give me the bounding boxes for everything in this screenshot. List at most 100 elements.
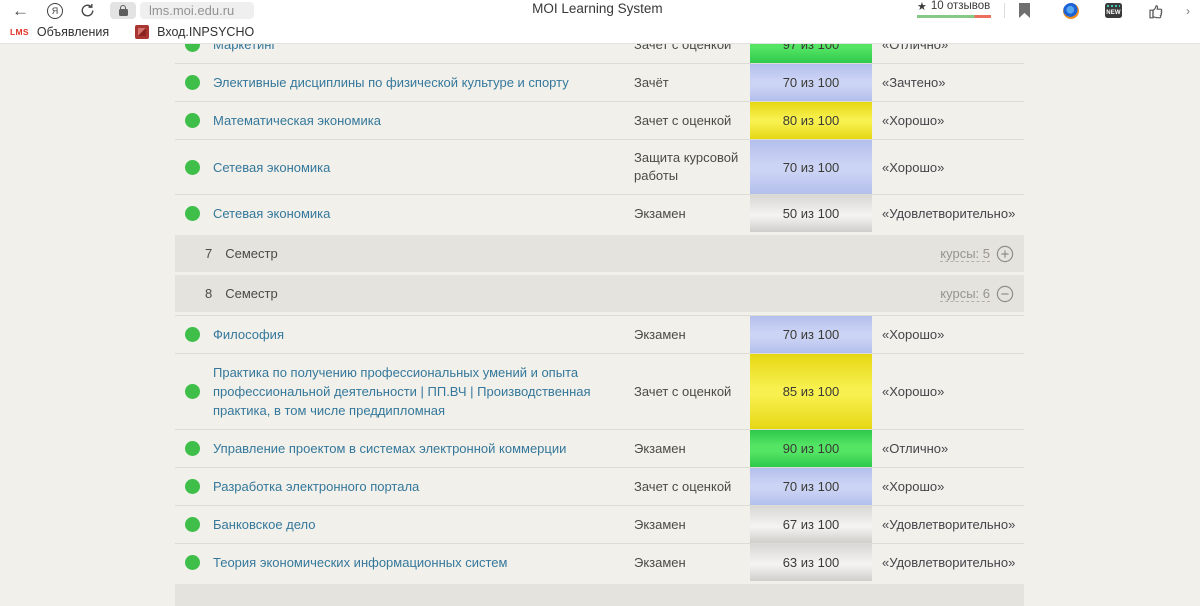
semester-label: Семестр — [225, 286, 277, 301]
course-link[interactable]: Сетевая экономика — [213, 195, 634, 232]
grades-table: МаркетингЗачет с оценкой97 из 100«Отличн… — [175, 26, 1024, 606]
score-cell: 70 из 100 — [750, 316, 872, 353]
score-cell: 63 из 100 — [750, 544, 872, 581]
status-dot-icon — [185, 441, 200, 456]
semester-courses-link[interactable]: курсы: 6 — [940, 286, 990, 302]
address-bar[interactable]: lms.moi.edu.ru — [140, 2, 254, 19]
table-row: Практика по получению профессиональных у… — [175, 353, 1024, 429]
score-cell: 80 из 100 — [750, 102, 872, 139]
exam-type-label: Экзамен — [634, 545, 750, 581]
bookmark-label: Объявления — [37, 25, 109, 39]
course-link[interactable]: Сетевая экономика — [213, 149, 634, 186]
exam-type-label: Экзамен — [634, 507, 750, 543]
exam-type-label: Экзамен — [634, 431, 750, 467]
status-dot-cell — [175, 468, 213, 505]
course-link[interactable]: Практика по получению профессиональных у… — [213, 354, 634, 429]
table-row: Элективные дисциплины по физической куль… — [175, 63, 1024, 101]
score-cell: 50 из 100 — [750, 195, 872, 232]
bookmarks-bar: LMS Объявления Вход.INPSYCHO — [0, 21, 1200, 43]
back-icon[interactable] — [12, 2, 34, 20]
grade-label: «Хорошо» — [872, 160, 1024, 175]
toggle-plus-icon[interactable] — [996, 245, 1014, 263]
exam-type-label: Экзамен — [634, 317, 750, 353]
bookmark-label: Вход.INPSYCHO — [157, 25, 254, 39]
grade-label: «Зачтено» — [872, 75, 1024, 90]
status-dot-icon — [185, 160, 200, 175]
browser-toolbar: lms.moi.edu.ru MOI Learning System 10 от… — [0, 0, 1200, 21]
course-link[interactable]: Философия — [213, 316, 634, 353]
extension-icon[interactable] — [1063, 3, 1079, 19]
table-row: ФилософияЭкзамен70 из 100«Хорошо» — [175, 315, 1024, 353]
grade-label: «Хорошо» — [872, 113, 1024, 128]
lms-favicon: LMS — [10, 27, 29, 37]
browser-chrome: lms.moi.edu.ru MOI Learning System 10 от… — [0, 0, 1200, 44]
grade-label: «Отлично» — [872, 441, 1024, 456]
page-title: MOI Learning System — [532, 1, 663, 16]
bookmark-item-inpsycho[interactable]: Вход.INPSYCHO — [135, 25, 254, 39]
semester-number: 8 — [205, 286, 212, 301]
table-row: Управление проектом в системах электронн… — [175, 429, 1024, 467]
status-dot-cell — [175, 140, 213, 194]
like-dislike-icon[interactable] — [1148, 3, 1166, 19]
toggle-minus-icon[interactable] — [996, 285, 1014, 303]
bookmark-icon[interactable] — [1019, 3, 1030, 18]
lock-icon — [119, 9, 128, 16]
course-link[interactable]: Управление проектом в системах электронн… — [213, 430, 634, 467]
status-dot-cell — [175, 316, 213, 353]
browser-logo-icon[interactable] — [47, 3, 63, 19]
semester-courses-link[interactable]: курсы: 5 — [940, 246, 990, 262]
inpsycho-favicon — [135, 25, 149, 39]
grade-label: «Хорошо» — [872, 479, 1024, 494]
new-feature-icon[interactable]: NEW — [1105, 3, 1122, 18]
semester-row-partial — [175, 584, 1024, 606]
overflow-chevron-icon[interactable] — [1186, 4, 1196, 18]
status-dot-cell — [175, 544, 213, 581]
status-dot-cell — [175, 506, 213, 543]
grade-label: «Удовлетворительно» — [872, 517, 1024, 532]
score-cell: 70 из 100 — [750, 140, 872, 194]
toolbar-divider — [1004, 3, 1005, 18]
status-dot-cell — [175, 64, 213, 101]
exam-type-label: Защита курсовой работы — [634, 140, 750, 194]
exam-type-label: Зачет с оценкой — [634, 103, 750, 139]
course-link[interactable]: Разработка электронного портала — [213, 468, 634, 505]
status-dot-icon — [185, 75, 200, 90]
status-dot-icon — [185, 517, 200, 532]
course-link[interactable]: Элективные дисциплины по физической куль… — [213, 64, 634, 101]
semester-row[interactable]: 8 Семестр курсы: 6 — [175, 275, 1024, 312]
reviews-count-label: 10 отзывов — [931, 0, 990, 12]
grade-label: «Удовлетворительно» — [872, 206, 1024, 221]
exam-type-label: Зачет с оценкой — [634, 374, 750, 410]
table-row: Сетевая экономикаЭкзамен50 из 100«Удовле… — [175, 194, 1024, 232]
table-row: Теория экономических информационных сист… — [175, 543, 1024, 581]
toolbar-right-group: 10 отзывов NEW — [917, 0, 1200, 21]
score-cell: 70 из 100 — [750, 468, 872, 505]
course-link[interactable]: Теория экономических информационных сист… — [213, 544, 634, 581]
site-security-badge[interactable] — [110, 2, 136, 19]
status-dot-icon — [185, 479, 200, 494]
status-dot-cell — [175, 195, 213, 232]
star-icon — [917, 0, 927, 13]
score-cell: 70 из 100 — [750, 64, 872, 101]
table-row: Математическая экономикаЗачет с оценкой8… — [175, 101, 1024, 139]
status-dot-icon — [185, 206, 200, 221]
semester-row[interactable]: 7Семестркурсы: 5 — [175, 235, 1024, 272]
status-dot-icon — [185, 327, 200, 342]
status-dot-cell — [175, 354, 213, 429]
toolbar-left-group: lms.moi.edu.ru — [0, 2, 254, 20]
exam-type-label: Экзамен — [634, 196, 750, 232]
exam-type-label: Зачёт — [634, 65, 750, 101]
score-cell: 85 из 100 — [750, 354, 872, 429]
status-dot-cell — [175, 430, 213, 467]
site-reviews[interactable]: 10 отзывов — [917, 0, 991, 18]
new-badge-label: NEW — [1106, 9, 1121, 18]
score-cell: 67 из 100 — [750, 506, 872, 543]
course-link[interactable]: Математическая экономика — [213, 102, 634, 139]
lms-page: МаркетингЗачет с оценкой97 из 100«Отличн… — [0, 26, 1200, 606]
exam-type-label: Зачет с оценкой — [634, 469, 750, 505]
rating-bar — [917, 15, 991, 18]
refresh-icon[interactable] — [80, 3, 95, 18]
bookmark-item-announcements[interactable]: LMS Объявления — [10, 25, 109, 39]
course-link[interactable]: Банковское дело — [213, 506, 634, 543]
semester-label: Семестр — [225, 246, 277, 261]
